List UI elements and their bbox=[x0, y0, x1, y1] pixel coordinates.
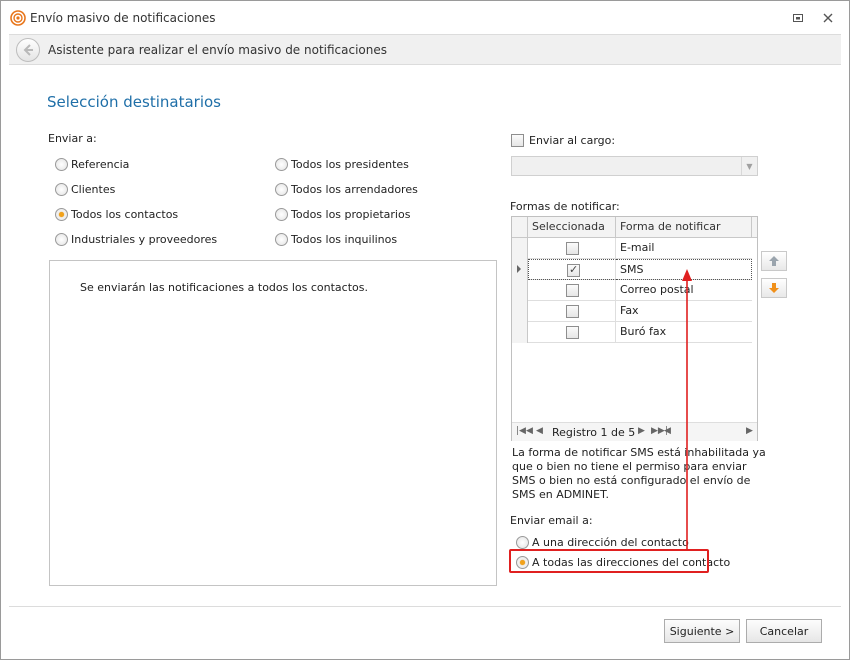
table-row[interactable]: E-mail bbox=[512, 238, 752, 259]
radio-label: Todos los inquilinos bbox=[291, 233, 398, 246]
next-button[interactable]: Siguiente > bbox=[664, 619, 740, 643]
scroll-right-icon[interactable]: ▶ bbox=[746, 426, 753, 436]
row-checkbox[interactable] bbox=[566, 242, 579, 255]
main-window: Envío masivo de notificaciones Asistente… bbox=[0, 0, 850, 660]
cancel-button-label: Cancelar bbox=[759, 624, 809, 638]
send-to-role-label: Enviar al cargo: bbox=[529, 134, 616, 147]
cell-selected bbox=[528, 280, 616, 301]
close-icon bbox=[823, 13, 833, 23]
wizard-content: Selección destinatarios Enviar a: Refere… bbox=[9, 65, 841, 607]
row-indicator bbox=[512, 280, 528, 301]
previous-record-icon[interactable]: ◀ bbox=[536, 426, 543, 436]
email-to-label: Enviar email a: bbox=[510, 514, 593, 527]
radio-referencia[interactable] bbox=[55, 158, 68, 171]
page-title: Selección destinatarios bbox=[47, 93, 221, 111]
back-button[interactable] bbox=[16, 38, 40, 62]
role-select[interactable]: ▼ bbox=[511, 156, 758, 176]
row-indicator bbox=[512, 238, 528, 259]
radio-label: Todos los arrendadores bbox=[291, 183, 418, 196]
recipients-message: Se enviarán las notificaciones a todos l… bbox=[80, 281, 368, 294]
cell-form: SMS bbox=[616, 259, 752, 280]
restore-icon bbox=[793, 14, 803, 22]
arrow-up-icon bbox=[769, 256, 779, 266]
current-row-icon bbox=[517, 265, 521, 273]
row-indicator bbox=[512, 301, 528, 322]
table-row[interactable]: ✓ SMS bbox=[512, 259, 752, 280]
row-checkbox[interactable] bbox=[566, 305, 579, 318]
cell-form: Correo postal bbox=[620, 283, 694, 296]
radio-label: Industriales y proveedores bbox=[71, 233, 218, 246]
cell-selected bbox=[528, 238, 616, 259]
radio-todos-los-contactos[interactable] bbox=[55, 208, 68, 221]
back-arrow-icon bbox=[23, 44, 33, 56]
radio-industriales-proveedores[interactable] bbox=[55, 233, 68, 246]
horizontal-scrollbar[interactable]: ◀ ▶ bbox=[662, 426, 754, 438]
row-checkbox[interactable]: ✓ bbox=[567, 263, 580, 277]
radio-clientes[interactable] bbox=[55, 183, 68, 196]
row-indicator bbox=[512, 322, 528, 343]
grid-header-indicator bbox=[512, 217, 528, 238]
cell-form: Fax bbox=[620, 304, 639, 317]
cell-selected bbox=[528, 322, 616, 343]
recipients-message-box: Se enviarán las notificaciones a todos l… bbox=[49, 260, 497, 586]
wizard-header-text: Asistente para realizar el envío masivo … bbox=[48, 43, 388, 57]
notify-forms-label: Formas de notificar: bbox=[510, 200, 620, 213]
record-navigator: |◀◀ ◀ Registro 1 de 5 ▶ ▶▶| ◀ ▶ bbox=[512, 422, 757, 441]
column-header-form[interactable]: Forma de notificar bbox=[616, 217, 752, 238]
radio-todos-los-propietarios[interactable] bbox=[275, 208, 288, 221]
send-to-label: Enviar a: bbox=[48, 132, 97, 145]
radio-todos-los-inquilinos[interactable] bbox=[275, 233, 288, 246]
radio-todos-los-presidentes[interactable] bbox=[275, 158, 288, 171]
row-indicator bbox=[512, 259, 528, 280]
title-bar: Envío masivo de notificaciones bbox=[1, 1, 849, 35]
broadcast-icon bbox=[10, 10, 26, 26]
row-checkbox[interactable] bbox=[566, 284, 579, 297]
radio-label: Todos los contactos bbox=[71, 208, 179, 221]
notify-forms-grid: Seleccionada Forma de notificar E-mail ✓… bbox=[511, 216, 758, 441]
move-down-button[interactable] bbox=[761, 278, 787, 298]
chevron-down-icon[interactable]: ▼ bbox=[741, 157, 757, 175]
grid-header: Seleccionada Forma de notificar bbox=[512, 217, 757, 238]
first-record-icon[interactable]: |◀◀ bbox=[516, 426, 533, 436]
cell-form: Buró fax bbox=[620, 325, 667, 338]
sms-note: La forma de notificar SMS está inhabilit… bbox=[512, 446, 766, 501]
footer-divider bbox=[9, 606, 841, 607]
table-row[interactable]: Fax bbox=[512, 301, 752, 322]
radio-label: Referencia bbox=[71, 158, 130, 171]
next-record-icon[interactable]: ▶ bbox=[638, 426, 645, 436]
restore-button[interactable] bbox=[789, 9, 807, 27]
row-checkbox[interactable] bbox=[566, 326, 579, 339]
cell-form: E-mail bbox=[620, 241, 655, 254]
annotation-highlight-box bbox=[509, 549, 709, 573]
radio-label: Clientes bbox=[71, 183, 116, 196]
next-button-label: Siguiente > bbox=[669, 624, 735, 638]
table-row[interactable]: Buró fax bbox=[512, 322, 752, 343]
radio-todos-los-arrendadores[interactable] bbox=[275, 183, 288, 196]
cancel-button[interactable]: Cancelar bbox=[746, 619, 822, 643]
column-header-selected[interactable]: Seleccionada bbox=[528, 217, 616, 238]
radio-label: Todos los propietarios bbox=[291, 208, 411, 221]
send-to-role-checkbox[interactable] bbox=[511, 134, 524, 147]
arrow-down-icon bbox=[769, 283, 779, 293]
wizard-header: Asistente para realizar el envío masivo … bbox=[9, 34, 841, 65]
radio-label: A una dirección del contacto bbox=[532, 536, 689, 549]
scroll-left-icon[interactable]: ◀ bbox=[664, 426, 671, 436]
table-row[interactable]: Correo postal bbox=[512, 280, 752, 301]
radio-label: Todos los presidentes bbox=[291, 158, 409, 171]
record-counter: Registro 1 de 5 bbox=[552, 426, 636, 439]
window-title: Envío masivo de notificaciones bbox=[30, 11, 216, 25]
radio-one-address[interactable] bbox=[516, 536, 529, 549]
cell-selected: ✓ bbox=[528, 259, 616, 280]
move-up-button[interactable] bbox=[761, 251, 787, 271]
checkmark-icon: ✓ bbox=[569, 263, 579, 276]
cell-selected bbox=[528, 301, 616, 322]
close-button[interactable] bbox=[819, 9, 837, 27]
